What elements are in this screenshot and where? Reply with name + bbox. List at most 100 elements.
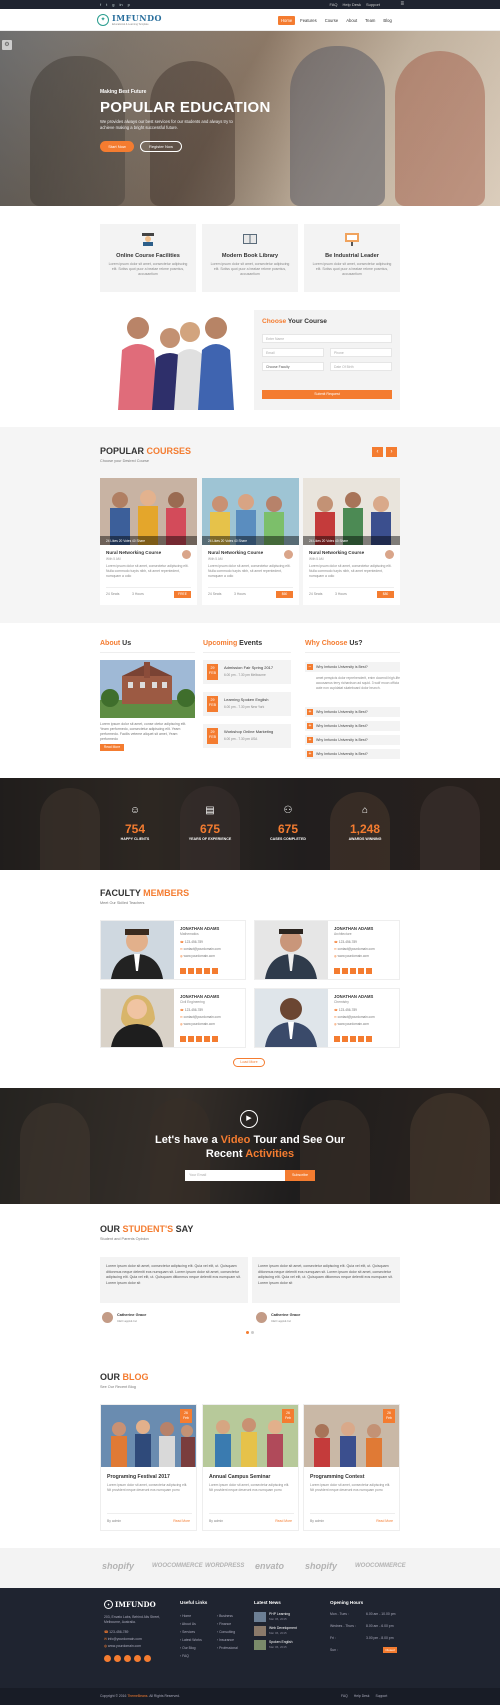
submit-request-button[interactable]: Submit Request (262, 390, 392, 399)
faculty-web[interactable]: ◍ www.yourdomain.com (180, 1022, 215, 1026)
event-title[interactable]: Workshop Online Marketing (224, 729, 273, 734)
youtube-icon[interactable] (366, 1036, 372, 1042)
read-more-link[interactable]: Read More (173, 1519, 190, 1523)
google-plus-icon[interactable] (196, 1036, 202, 1042)
faculty-card[interactable]: JONATHAN ADAMS Civil Engineering ☎ 123-4… (100, 988, 246, 1048)
youtube-icon[interactable] (212, 968, 218, 974)
blog-card[interactable]: 26 Feb Programing Festival 2017 Lorem ips… (100, 1404, 197, 1531)
linkedin-icon[interactable] (204, 968, 210, 974)
footer-email[interactable]: ✉ info@yourdomain.com (104, 1637, 142, 1641)
footer-link[interactable]: › Professional (217, 1644, 238, 1652)
google-plus-icon[interactable] (350, 1036, 356, 1042)
facebook-icon[interactable]: f (100, 2, 101, 7)
carousel-dot[interactable] (251, 1331, 254, 1334)
course-title[interactable]: Nural Networking Course (208, 550, 263, 555)
twitter-icon[interactable] (114, 1655, 121, 1662)
nav-blog[interactable]: Blog (380, 16, 394, 25)
faculty-web[interactable]: ◍ www.yourdomain.com (180, 954, 215, 958)
pinterest-icon[interactable]: p (128, 2, 130, 7)
blog-card[interactable]: 26 Feb Annual Campus Seminar Lorem ipsum … (202, 1404, 299, 1531)
linkedin-icon[interactable] (134, 1655, 141, 1662)
facebook-icon[interactable] (180, 968, 186, 974)
carousel-next-icon[interactable]: › (386, 447, 397, 457)
faculty-email[interactable]: ✉ contact@yourdomain.com (334, 1015, 375, 1019)
footer-link[interactable]: › Home (180, 1612, 202, 1620)
twitter-icon[interactable] (342, 1036, 348, 1042)
google-plus-icon[interactable] (124, 1655, 131, 1662)
faculty-web[interactable]: ◍ www.yourdomain.com (334, 954, 369, 958)
phone-field[interactable]: Phone (330, 348, 392, 357)
accordion-item[interactable]: + Why Imfundo University is Best? (305, 735, 400, 745)
footer-link[interactable]: › Finance (217, 1620, 238, 1628)
footer-link[interactable]: › Our Blog (180, 1644, 202, 1652)
footer-link[interactable]: › FAQ (180, 1652, 202, 1660)
footer-link[interactable]: › Insurance (217, 1636, 238, 1644)
email-field[interactable]: Email (262, 348, 324, 357)
load-more-button[interactable]: Load More (233, 1058, 265, 1067)
play-icon[interactable]: ▶ (240, 1110, 258, 1128)
twitter-icon[interactable] (342, 968, 348, 974)
accordion-item[interactable]: + Why Imfundo University is Best? (305, 707, 400, 717)
course-title[interactable]: Nural Networking Course (309, 550, 364, 555)
google-plus-icon[interactable] (350, 968, 356, 974)
footer-link[interactable]: › Business (217, 1612, 238, 1620)
faculty-email[interactable]: ✉ contact@yourdomain.com (334, 947, 375, 951)
topbar-link-faq[interactable]: FAQ (330, 2, 338, 7)
footer-link[interactable]: › Latest Works (180, 1636, 202, 1644)
faculty-email[interactable]: ✉ contact@yourdomain.com (180, 1015, 221, 1019)
youtube-icon[interactable] (212, 1036, 218, 1042)
topbar-link-support[interactable]: Support (366, 2, 380, 7)
event-item[interactable]: 29 FEB Learning Spoken English 6.00 pm - … (203, 692, 291, 716)
gear-icon[interactable]: ⚙ (2, 40, 12, 50)
twitter-icon[interactable] (188, 968, 194, 974)
topbar-link-helpdesk[interactable]: Help Desk (343, 2, 361, 7)
google-plus-icon[interactable] (196, 968, 202, 974)
course-title[interactable]: Nural Networking Course (106, 550, 161, 555)
nav-about[interactable]: About (343, 16, 360, 25)
course-card[interactable]: 24 Likes 20 Votes 40 Share Nural Network… (303, 478, 400, 605)
footer-link-faq[interactable]: FAQ (341, 1694, 348, 1698)
youtube-icon[interactable] (366, 968, 372, 974)
carousel-dot[interactable] (246, 1331, 249, 1334)
footer-link-helpdesk[interactable]: Help Desk (354, 1694, 370, 1698)
dob-field[interactable]: Date Of Birth (330, 362, 392, 371)
faculty-web[interactable]: ◍ www.yourdomain.com (334, 1022, 369, 1026)
subscribe-button[interactable]: Subscribe (285, 1170, 315, 1181)
faculty-card[interactable]: JONATHAN ADAMS Mathematics ☎ 123-456-789… (100, 920, 246, 980)
faculty-card[interactable]: JONATHAN ADAMS Architecture ☎ 123-456-78… (254, 920, 400, 980)
post-title[interactable]: Annual Campus Seminar (209, 1474, 270, 1480)
facebook-icon[interactable] (104, 1655, 111, 1662)
read-more-button[interactable]: Read More (100, 744, 124, 751)
register-now-button[interactable]: Register Now (140, 141, 182, 152)
hamburger-menu-icon[interactable]: ≡ (400, 1, 404, 7)
accordion-item[interactable]: + Why Imfundo University is Best? (305, 721, 400, 731)
site-logo[interactable]: ✦ IMFUNDO Educational & Learning Templat… (97, 13, 162, 26)
carousel-prev-icon[interactable]: ‹ (372, 447, 383, 457)
accordion-item[interactable]: + Why Imfundo University is Best? (305, 749, 400, 759)
read-more-link[interactable]: Read More (376, 1519, 393, 1523)
accordion-item[interactable]: − Why Imfundo University is Best? (305, 662, 400, 672)
event-item[interactable]: 29 FEB Admission Fair Spring 2017 6.00 pm… (203, 660, 291, 684)
facebook-icon[interactable] (334, 1036, 340, 1042)
facebook-icon[interactable] (180, 1036, 186, 1042)
subscribe-email-input[interactable]: Your Email (185, 1170, 285, 1181)
event-item[interactable]: 29 FEB Workshop Online Marketing 6.00 pm … (203, 724, 291, 748)
post-title[interactable]: Programing Festival 2017 (107, 1474, 170, 1480)
course-card[interactable]: 24 Likes 20 Votes 40 Share Nural Network… (202, 478, 299, 605)
nav-course[interactable]: Course (322, 16, 342, 25)
linkedin-icon[interactable] (358, 968, 364, 974)
linkedin-icon[interactable] (358, 1036, 364, 1042)
faculty-select[interactable]: Choose Faculty (262, 362, 324, 371)
twitter-icon[interactable] (188, 1036, 194, 1042)
course-card[interactable]: 24 Likes 20 Votes 40 Share Nural Network… (100, 478, 197, 605)
event-title[interactable]: Admission Fair Spring 2017 (224, 665, 273, 670)
name-field[interactable]: Enter Name (262, 334, 392, 343)
twitter-icon[interactable]: t (106, 2, 107, 7)
event-title[interactable]: Learning Spoken English (224, 697, 268, 702)
nav-features[interactable]: Features (297, 16, 320, 25)
linkedin-icon[interactable]: in (119, 2, 122, 7)
footer-link[interactable]: › Services (180, 1628, 202, 1636)
start-now-button[interactable]: Start Now (100, 141, 134, 152)
faculty-card[interactable]: JONATHAN ADAMS Chemistry ☎ 123-456-789 ✉… (254, 988, 400, 1048)
facebook-icon[interactable] (334, 968, 340, 974)
